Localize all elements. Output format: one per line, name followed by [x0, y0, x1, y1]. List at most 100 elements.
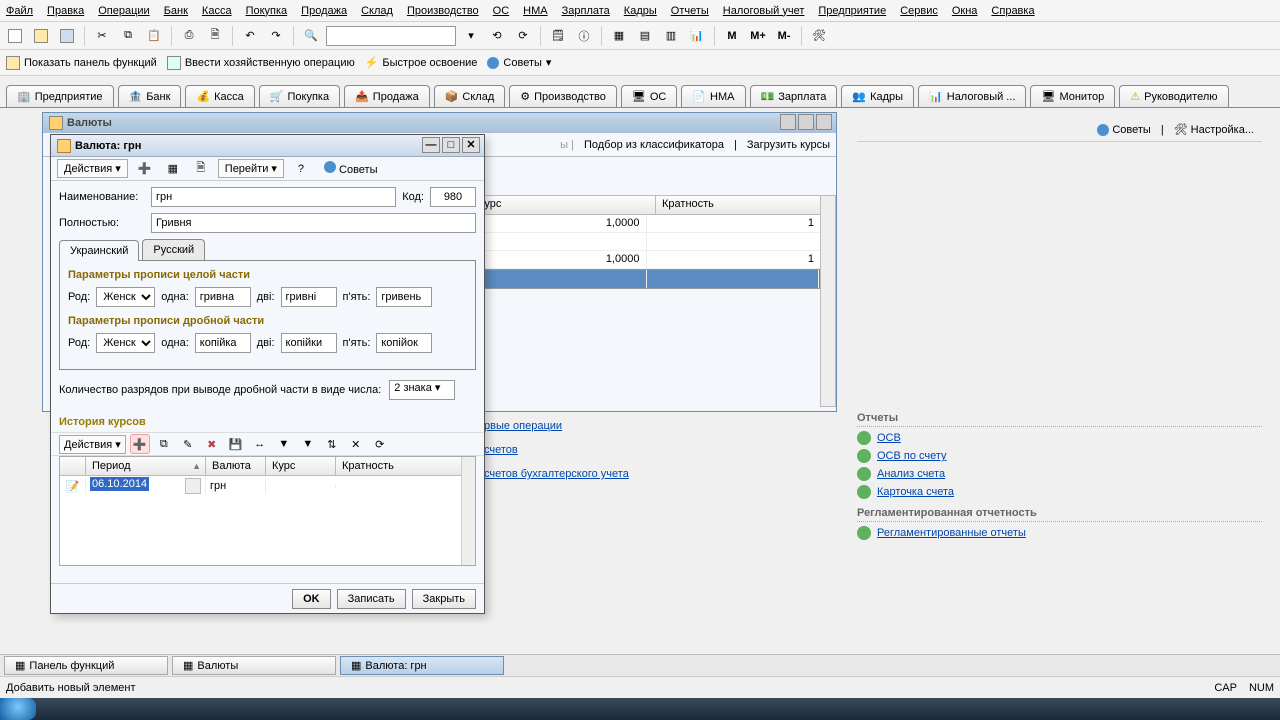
clear-filter-icon[interactable]: ✕: [346, 434, 366, 454]
add-row-icon[interactable]: ➕: [130, 434, 150, 454]
nav-back-icon[interactable]: ⟲: [486, 25, 508, 47]
tab-warehouse[interactable]: 📦Склад: [434, 85, 506, 107]
cut-icon[interactable]: ✂: [91, 25, 113, 47]
mult-cell[interactable]: [336, 484, 475, 488]
maximize-icon[interactable]: □: [442, 137, 460, 153]
quick-start-button[interactable]: ⚡Быстрое освоение: [365, 56, 478, 69]
save-button[interactable]: Записать: [337, 589, 406, 609]
save-row-icon[interactable]: 💾: [226, 434, 246, 454]
frac-gender-select[interactable]: Женск: [96, 333, 155, 353]
period-cell[interactable]: 06.10.2014: [86, 476, 206, 496]
col-marker[interactable]: [60, 457, 86, 475]
actions-dropdown[interactable]: Действия ▾: [57, 159, 128, 178]
help-icon[interactable]: ?: [290, 158, 312, 180]
whole-two-input[interactable]: [281, 287, 337, 307]
col-period[interactable]: Период▲: [86, 457, 206, 475]
menu-purchase[interactable]: Покупка: [246, 5, 288, 17]
menu-os[interactable]: ОС: [493, 5, 510, 17]
new-icon[interactable]: [4, 25, 26, 47]
undo-icon[interactable]: ↶: [239, 25, 261, 47]
scrollbar[interactable]: [461, 457, 475, 565]
menu-windows[interactable]: Окна: [952, 5, 978, 17]
print-icon[interactable]: ⎙: [178, 25, 200, 47]
tab-enterprise[interactable]: 🏢Предприятие: [6, 85, 114, 107]
tab-monitor[interactable]: 🖥Монитор: [1030, 85, 1115, 107]
col-mult[interactable]: Кратность: [336, 457, 475, 475]
frac-five-input[interactable]: [376, 333, 432, 353]
tab-production[interactable]: ⚙Производство: [509, 85, 617, 107]
link-first-ops[interactable]: рвые операции: [440, 420, 840, 432]
close-icon[interactable]: [816, 114, 832, 130]
ok-button[interactable]: OK: [292, 589, 331, 609]
menu-salary[interactable]: Зарплата: [562, 5, 610, 17]
link-osv[interactable]: ОСВ: [877, 432, 901, 444]
calc-icon[interactable]: 🗒: [547, 25, 569, 47]
filter-icon[interactable]: ▼: [274, 434, 294, 454]
frac-one-input[interactable]: [195, 333, 251, 353]
whole-five-input[interactable]: [376, 287, 432, 307]
refresh-icon[interactable]: ⟳: [370, 434, 390, 454]
print-preview-icon[interactable]: 🗎: [204, 25, 226, 47]
tab-hr[interactable]: 👥Кадры: [841, 85, 914, 107]
menu-production[interactable]: Производство: [407, 5, 479, 17]
settings-icon[interactable]: 🛠: [808, 25, 830, 47]
tab-cash[interactable]: 💰Касса: [185, 85, 254, 107]
edit-row-icon[interactable]: ✎: [178, 434, 198, 454]
search-input[interactable]: [326, 26, 456, 46]
frac-two-input[interactable]: [281, 333, 337, 353]
col-mult[interactable]: Кратность: [656, 196, 821, 214]
currency-cell[interactable]: грн: [206, 478, 266, 494]
link-account-analysis[interactable]: Анализ счета: [877, 468, 945, 480]
menu-edit[interactable]: Правка: [47, 5, 84, 17]
grid-icon[interactable]: ▤: [634, 25, 656, 47]
calendar-icon[interactable]: [185, 478, 201, 494]
menu-cash[interactable]: Касса: [202, 5, 232, 17]
tab-russian[interactable]: Русский: [142, 239, 205, 260]
copy-icon[interactable]: ⧉: [117, 25, 139, 47]
m-plus-button[interactable]: M+: [747, 25, 769, 47]
whole-gender-select[interactable]: Женск: [96, 287, 155, 307]
tab-ukrainian[interactable]: Украинский: [59, 240, 139, 261]
move-icon[interactable]: ↔: [250, 434, 270, 454]
menu-help[interactable]: Справка: [991, 5, 1034, 17]
info-icon[interactable]: ⓘ: [573, 25, 595, 47]
close-button[interactable]: Закрыть: [412, 589, 476, 609]
tab-tax[interactable]: 📊Налоговый ...: [918, 85, 1026, 107]
chart-icon[interactable]: ▥: [660, 25, 682, 47]
classifier-button[interactable]: Подбор из классификатора: [584, 139, 724, 151]
col-rate[interactable]: Курс: [266, 457, 336, 475]
task-currency[interactable]: ▦Валюта: грн: [340, 656, 504, 675]
open-icon[interactable]: [30, 25, 52, 47]
table-row[interactable]: [471, 233, 822, 251]
save-icon[interactable]: [56, 25, 78, 47]
minimize-icon[interactable]: —: [422, 137, 440, 153]
tab-os[interactable]: 🖥ОС: [621, 85, 677, 107]
enter-operation-button[interactable]: Ввести хозяйственную операцию: [167, 56, 355, 70]
history-row[interactable]: 📝 06.10.2014 грн: [60, 476, 475, 496]
menu-nma[interactable]: НМА: [523, 5, 547, 17]
currencies-title-bar[interactable]: Валюты: [43, 113, 836, 133]
m-minus-button[interactable]: M-: [773, 25, 795, 47]
search-dropdown-icon[interactable]: ▾: [460, 25, 482, 47]
tips-button[interactable]: Советы: [318, 159, 384, 178]
col-rate[interactable]: Курс: [472, 196, 656, 214]
tab-sale[interactable]: 📤Продажа: [344, 85, 430, 107]
tab-salary[interactable]: 💵Зарплата: [750, 85, 838, 107]
show-panel-button[interactable]: Показать панель функций: [6, 56, 157, 70]
menu-warehouse[interactable]: Склад: [361, 5, 393, 17]
menu-sale[interactable]: Продажа: [301, 5, 347, 17]
redo-icon[interactable]: ↷: [265, 25, 287, 47]
minimize-icon[interactable]: [780, 114, 796, 130]
filter2-icon[interactable]: ▼: [298, 434, 318, 454]
name-input[interactable]: [151, 187, 396, 207]
menu-file[interactable]: Файл: [6, 5, 33, 17]
tab-bank[interactable]: 🏦Банк: [118, 85, 182, 107]
hist-actions-dropdown[interactable]: Действия ▾: [59, 435, 126, 454]
delete-row-icon[interactable]: ✖: [202, 434, 222, 454]
link-account-card[interactable]: Карточка счета: [877, 486, 954, 498]
list-icon[interactable]: 🗎: [190, 158, 212, 180]
menu-bank[interactable]: Банк: [164, 5, 188, 17]
save-icon[interactable]: ▦: [162, 158, 184, 180]
search-icon[interactable]: 🔍: [300, 25, 322, 47]
link-osv-account[interactable]: ОСВ по счету: [877, 450, 947, 462]
